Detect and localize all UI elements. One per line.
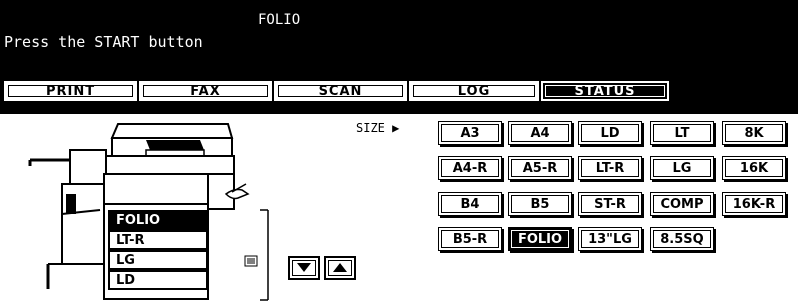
- size-button-label: FOLIO: [517, 231, 563, 247]
- tab-log[interactable]: LOG: [409, 81, 539, 101]
- tab-print-label: PRINT: [45, 83, 96, 99]
- tray-3: LG: [108, 250, 208, 270]
- size-button-folio[interactable]: FOLIO: [508, 227, 572, 251]
- tray-4: LD: [108, 270, 208, 290]
- size-button-comp[interactable]: COMP: [650, 192, 714, 216]
- size-button-a4-r[interactable]: A4-R: [438, 156, 502, 180]
- size-button-label: A4: [530, 125, 550, 141]
- triangle-up-icon: [333, 263, 347, 272]
- size-button-label: 8K: [744, 125, 764, 141]
- size-button-label: COMP: [660, 196, 704, 212]
- tray-4-label: LD: [116, 272, 136, 288]
- tray-2-label: LT-R: [116, 232, 145, 248]
- size-button-label: B4: [460, 196, 480, 212]
- size-button-label: B5: [530, 196, 550, 212]
- triangle-right-icon: ▶: [392, 121, 400, 135]
- size-button-label: 16K-R: [732, 196, 776, 212]
- size-button-a5-r[interactable]: A5-R: [508, 156, 572, 180]
- tab-status[interactable]: STATUS: [541, 81, 669, 101]
- size-button-label: 8.5SQ: [660, 231, 704, 247]
- size-button-label: A3: [460, 125, 480, 141]
- tray-2: LT-R: [108, 230, 208, 250]
- tab-status-label: STATUS: [574, 83, 636, 99]
- size-button-b5-r[interactable]: B5-R: [438, 227, 502, 251]
- size-button-label: 16K: [739, 160, 769, 176]
- message-title: FOLIO: [258, 12, 301, 28]
- scroll-down-button[interactable]: [288, 256, 320, 280]
- message-area: FOLIO Press the START button PRINT FAX S…: [0, 0, 798, 114]
- tray-3-label: LG: [116, 252, 135, 268]
- size-button-label: LT-R: [595, 160, 625, 176]
- size-button-16k[interactable]: 16K: [722, 156, 786, 180]
- size-button-a4[interactable]: A4: [508, 121, 572, 145]
- size-button-13lg[interactable]: 13"LG: [578, 227, 642, 251]
- size-button-label: A4-R: [452, 160, 488, 176]
- size-button-ld[interactable]: LD: [578, 121, 642, 145]
- size-button-label: B5-R: [452, 231, 488, 247]
- size-button-lt[interactable]: LT: [650, 121, 714, 145]
- size-label: SIZE ▶: [356, 121, 399, 135]
- tab-fax[interactable]: FAX: [139, 81, 272, 101]
- size-button-label: LD: [600, 125, 620, 141]
- size-label-text: SIZE: [356, 121, 385, 135]
- size-button-b4[interactable]: B4: [438, 192, 502, 216]
- size-button-8-5sq[interactable]: 8.5SQ: [650, 227, 714, 251]
- size-button-lt-r[interactable]: LT-R: [578, 156, 642, 180]
- size-button-a3[interactable]: A3: [438, 121, 502, 145]
- size-button-16k-r[interactable]: 16K-R: [722, 192, 786, 216]
- size-button-lg[interactable]: LG: [650, 156, 714, 180]
- scroll-up-button[interactable]: [324, 256, 356, 280]
- tab-fax-label: FAX: [190, 83, 221, 99]
- size-button-label: 13"LG: [588, 231, 632, 247]
- size-button-label: ST-R: [594, 196, 626, 212]
- tray-1-label: FOLIO: [116, 212, 161, 228]
- tab-scan-label: SCAN: [318, 83, 363, 99]
- size-button-b5[interactable]: B5: [508, 192, 572, 216]
- size-button-st-r[interactable]: ST-R: [578, 192, 642, 216]
- tab-scan[interactable]: SCAN: [274, 81, 407, 101]
- message-line: Press the START button: [4, 33, 203, 51]
- tab-print[interactable]: PRINT: [4, 81, 137, 101]
- tray-1: FOLIO: [108, 210, 208, 230]
- size-button-label: LT: [674, 125, 690, 141]
- tab-log-label: LOG: [457, 83, 491, 99]
- triangle-down-icon: [297, 263, 311, 272]
- size-button-label: LG: [672, 160, 692, 176]
- size-button-8k[interactable]: 8K: [722, 121, 786, 145]
- size-button-label: A5-R: [522, 160, 558, 176]
